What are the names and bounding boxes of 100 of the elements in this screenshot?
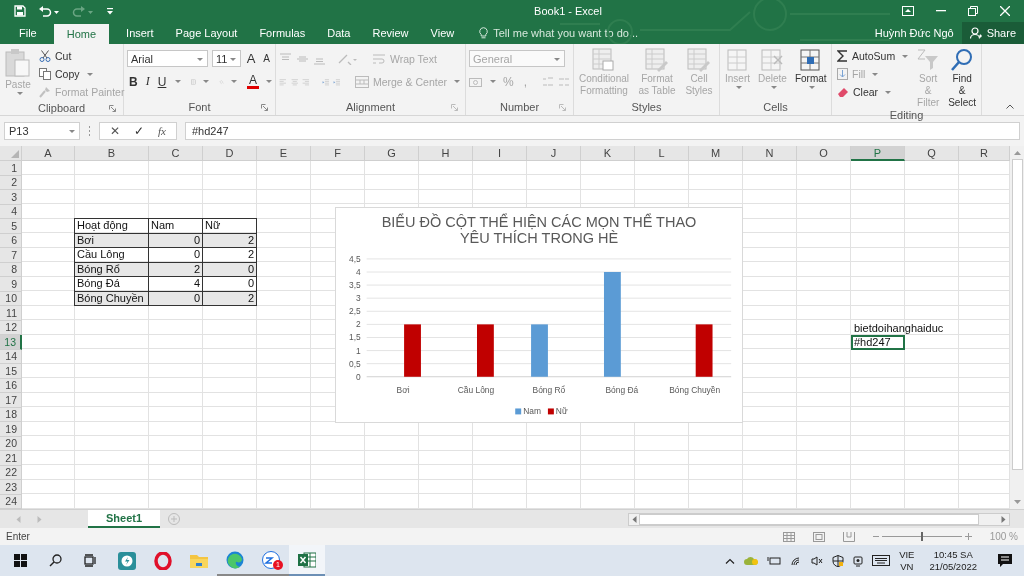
next-sheet-icon[interactable]	[37, 515, 42, 523]
column-header[interactable]: K	[581, 146, 635, 161]
column-header[interactable]: A	[22, 146, 75, 161]
cloud-icon[interactable]	[744, 555, 759, 566]
zoom-out-icon[interactable]	[872, 535, 879, 538]
chevron-up-icon[interactable]	[725, 557, 736, 564]
scroll-thumb[interactable]	[1011, 159, 1023, 470]
page-layout-icon[interactable]	[812, 531, 825, 542]
autosum-button[interactable]: AutoSum	[835, 48, 911, 64]
copy-button[interactable]: Copy	[37, 66, 95, 82]
normal-view-icon[interactable]	[782, 531, 795, 542]
select-all-icon[interactable]	[11, 150, 19, 158]
dialog-launcher-icon[interactable]	[451, 104, 458, 111]
scroll-thumb[interactable]	[639, 513, 979, 525]
format-cells-button[interactable]: Format	[792, 48, 829, 99]
input-language[interactable]: VIE VN	[899, 548, 915, 573]
ribbon-tab[interactable]: View	[419, 22, 466, 44]
row-header[interactable]: 21	[0, 451, 22, 466]
row-header[interactable]: 3	[0, 190, 22, 205]
decrease-font-size-button[interactable]: A	[261, 53, 272, 64]
italic-button[interactable]: I	[143, 74, 152, 89]
find-select-button[interactable]: Find & Select	[946, 48, 978, 109]
orientation-icon[interactable]	[338, 52, 358, 65]
bold-button[interactable]: B	[127, 74, 140, 89]
spreadsheet-grid[interactable]	[0, 146, 1010, 509]
font-size-field[interactable]: 11	[212, 50, 241, 67]
column-header[interactable]: C	[149, 146, 203, 161]
add-sheet-icon[interactable]	[168, 513, 180, 525]
page-break-icon[interactable]	[842, 531, 855, 542]
row-header[interactable]: 5	[0, 219, 22, 234]
task-view-icon[interactable]	[84, 554, 97, 567]
column-header[interactable]: N	[743, 146, 797, 161]
row-header[interactable]: 11	[0, 306, 22, 321]
font-color-button[interactable]: A	[247, 74, 259, 89]
row-header[interactable]: 19	[0, 422, 22, 437]
vertical-scrollbar[interactable]	[1010, 146, 1024, 509]
search-icon[interactable]	[49, 554, 62, 567]
row-header[interactable]: 17	[0, 393, 22, 408]
zoom-in-icon[interactable]	[964, 533, 972, 540]
zoom-slider-thumb[interactable]	[920, 532, 923, 541]
shield-icon[interactable]	[832, 554, 845, 567]
name-box[interactable]: P13	[4, 122, 80, 140]
row-header[interactable]: 15	[0, 364, 22, 379]
increase-font-size-button[interactable]: A	[244, 51, 258, 66]
column-header[interactable]: L	[635, 146, 689, 161]
customize-icon[interactable]	[106, 6, 114, 16]
excel-taskbar-button[interactable]	[289, 545, 325, 576]
ribbon-tab[interactable]: Insert	[115, 22, 165, 44]
column-header[interactable]: P	[851, 146, 905, 161]
clock[interactable]: 10:45 SA 21/05/2022	[929, 548, 977, 573]
notification-icon[interactable]	[998, 554, 1012, 567]
formula-field[interactable]: #hd247	[184, 122, 1020, 140]
column-header[interactable]: M	[689, 146, 743, 161]
increase-decimal-icon[interactable]	[542, 75, 554, 88]
row-header[interactable]: 1	[0, 161, 22, 176]
row-header[interactable]: 7	[0, 248, 22, 263]
dialog-launcher-icon[interactable]	[261, 104, 268, 111]
underline-button[interactable]: U	[155, 74, 169, 89]
close-icon[interactable]	[1000, 6, 1010, 16]
scroll-up-icon[interactable]	[1013, 150, 1021, 155]
font-name-field[interactable]: Arial	[127, 50, 209, 67]
column-header[interactable]: B	[75, 146, 149, 161]
save-icon[interactable]	[14, 5, 26, 17]
scroll-down-icon[interactable]	[1013, 500, 1021, 505]
dialog-launcher-icon[interactable]	[109, 105, 116, 112]
undo-icon[interactable]	[38, 5, 60, 17]
webcam-icon[interactable]	[853, 554, 864, 567]
minimize-icon[interactable]	[936, 10, 946, 12]
row-header[interactable]: 23	[0, 480, 22, 495]
column-header[interactable]: R	[959, 146, 1010, 161]
previous-sheet-icon[interactable]	[16, 515, 21, 523]
column-header[interactable]: G	[365, 146, 419, 161]
ribbon-tab[interactable]: Home	[53, 24, 110, 44]
column-header[interactable]: E	[257, 146, 311, 161]
cut-button[interactable]: Cut	[37, 48, 74, 64]
cancel-button[interactable]: ✕	[110, 124, 120, 138]
clear-button[interactable]: Clear	[835, 84, 894, 100]
sheet-tab[interactable]: Sheet1	[88, 510, 160, 528]
row-header[interactable]: 13	[0, 335, 22, 350]
dialog-launcher-icon[interactable]	[559, 104, 566, 111]
enter-button[interactable]: ✓	[134, 124, 144, 138]
column-header[interactable]: F	[311, 146, 365, 161]
scroll-left-icon[interactable]	[632, 515, 637, 523]
column-header[interactable]: H	[419, 146, 473, 161]
keyboard-icon[interactable]	[872, 555, 891, 566]
ribbon-tab[interactable]: Data	[316, 22, 362, 44]
chart-area[interactable]: BIỂU ĐỒ CỘT THỂ HIỆN CÁC MỌN THỂ THAO YÊU THÍCH TRONG HÈ 0 0,5 1 1,5 2 2,5 3 3,5 4 4,5 Bơi Cầu Lông Bóng Rổ Bóng Đá Bóng Chuyền Nam Nữ	[335, 207, 743, 423]
row-header[interactable]: 9	[0, 277, 22, 292]
ribbon-tab[interactable]: File	[8, 22, 48, 44]
column-header[interactable]: D	[203, 146, 257, 161]
decrease-decimal-icon[interactable]	[558, 75, 570, 88]
ribbon-display-icon[interactable]	[902, 6, 914, 16]
share-button[interactable]: Share	[961, 22, 1024, 44]
insert-function-button[interactable]: fx	[158, 125, 166, 137]
ribbon-tab[interactable]: Formulas	[248, 22, 317, 44]
ribbon-tab[interactable]: Review	[361, 22, 420, 44]
battery-icon[interactable]	[767, 555, 782, 566]
column-header[interactable]: I	[473, 146, 527, 161]
restore-icon[interactable]	[968, 6, 978, 16]
ribbon-tab[interactable]: Page Layout	[164, 22, 249, 44]
